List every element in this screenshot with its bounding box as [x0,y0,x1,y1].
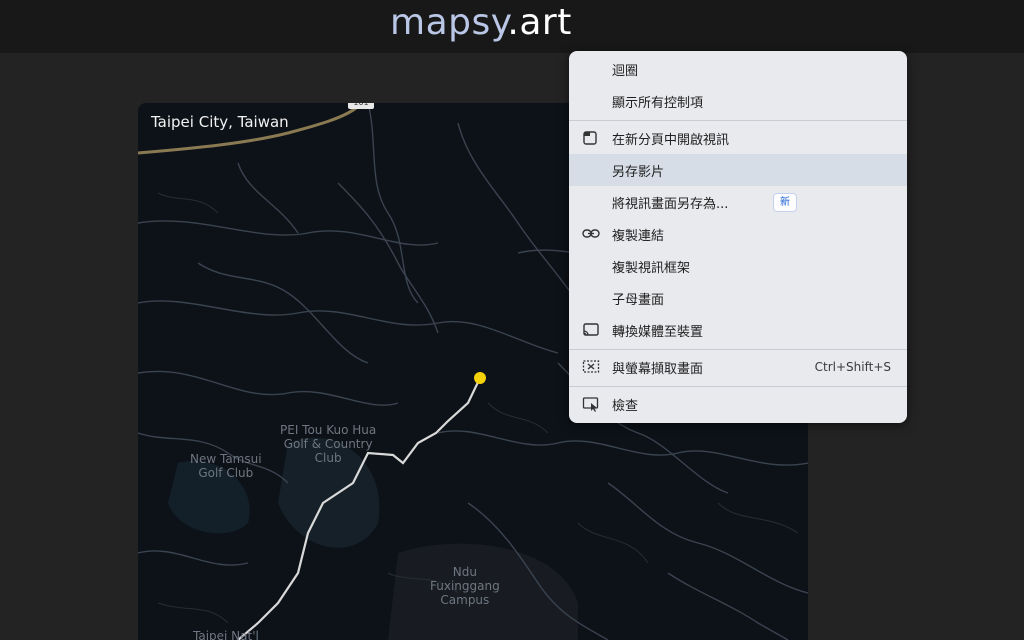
poi-label-new-tamsui: New Tamsui Golf Club [190,452,262,480]
menu-item-label: 迴圈 [612,63,639,79]
menu-item-copy-video-frame[interactable]: 複製視訊框架 [569,250,907,282]
menu-item-label: 檢查 [612,398,639,414]
menu-item-copy-link[interactable]: 複製連結 [569,218,907,250]
poi-label-ndu: Ndu Fuxinggang Campus [430,565,500,607]
menu-divider [569,386,907,387]
menu-item-shortcut: Ctrl+Shift+S [814,360,891,374]
menu-item-save-video[interactable]: 另存影片 [569,154,907,186]
menu-item-show-controls[interactable]: 顯示所有控制項 [569,85,907,117]
new-badge: 新 [773,193,797,212]
cast-icon [582,322,600,338]
context-menu: 迴圈 顯示所有控制項 在新分頁中開啟視訊 另存影片 將視訊畫面另存為... 新 … [569,51,907,423]
new-tab-icon [582,130,600,146]
menu-item-label: 在新分頁中開啟視訊 [612,132,730,148]
menu-item-label: 複製視訊框架 [612,260,691,276]
menu-item-inspect[interactable]: 檢查 [569,388,907,420]
screenshot-icon [582,359,600,375]
menu-item-label: 與螢幕擷取畫面 [612,361,704,377]
brand-logo[interactable]: mapsy.art [390,1,572,45]
menu-item-label: 複製連結 [612,228,665,244]
brand-name: mapsy [390,2,508,43]
brand-tld: .art [507,2,572,43]
menu-item-label: 將視訊畫面另存為... [612,196,729,212]
road-shield: 101 [348,103,374,109]
inspect-icon [582,396,600,412]
link-icon [582,226,600,242]
menu-item-picture-in-picture[interactable]: 子母畫面 [569,282,907,314]
menu-item-cast-media[interactable]: 轉換媒體至裝置 [569,314,907,346]
menu-item-label: 轉換媒體至裝置 [612,324,704,340]
menu-item-label: 另存影片 [612,164,665,180]
menu-item-save-frame-as[interactable]: 將視訊畫面另存為... 新 [569,186,907,218]
menu-divider [569,349,907,350]
menu-item-label: 子母畫面 [612,292,665,308]
menu-divider [569,120,907,121]
poi-label-pei-tou: PEI Tou Kuo Hua Golf & Country Club [280,423,377,465]
menu-item-screenshot[interactable]: 與螢幕擷取畫面 Ctrl+Shift+S [569,351,907,383]
map-location-title: Taipei City, Taiwan [151,113,289,131]
poi-label-taipei-natl: Taipei Nat'l [193,629,259,640]
menu-item-loop[interactable]: 迴圈 [569,53,907,85]
menu-item-open-video-new-tab[interactable]: 在新分頁中開啟視訊 [569,122,907,154]
menu-item-label: 顯示所有控制項 [612,95,704,111]
top-bar: mapsy.art [0,0,1024,53]
